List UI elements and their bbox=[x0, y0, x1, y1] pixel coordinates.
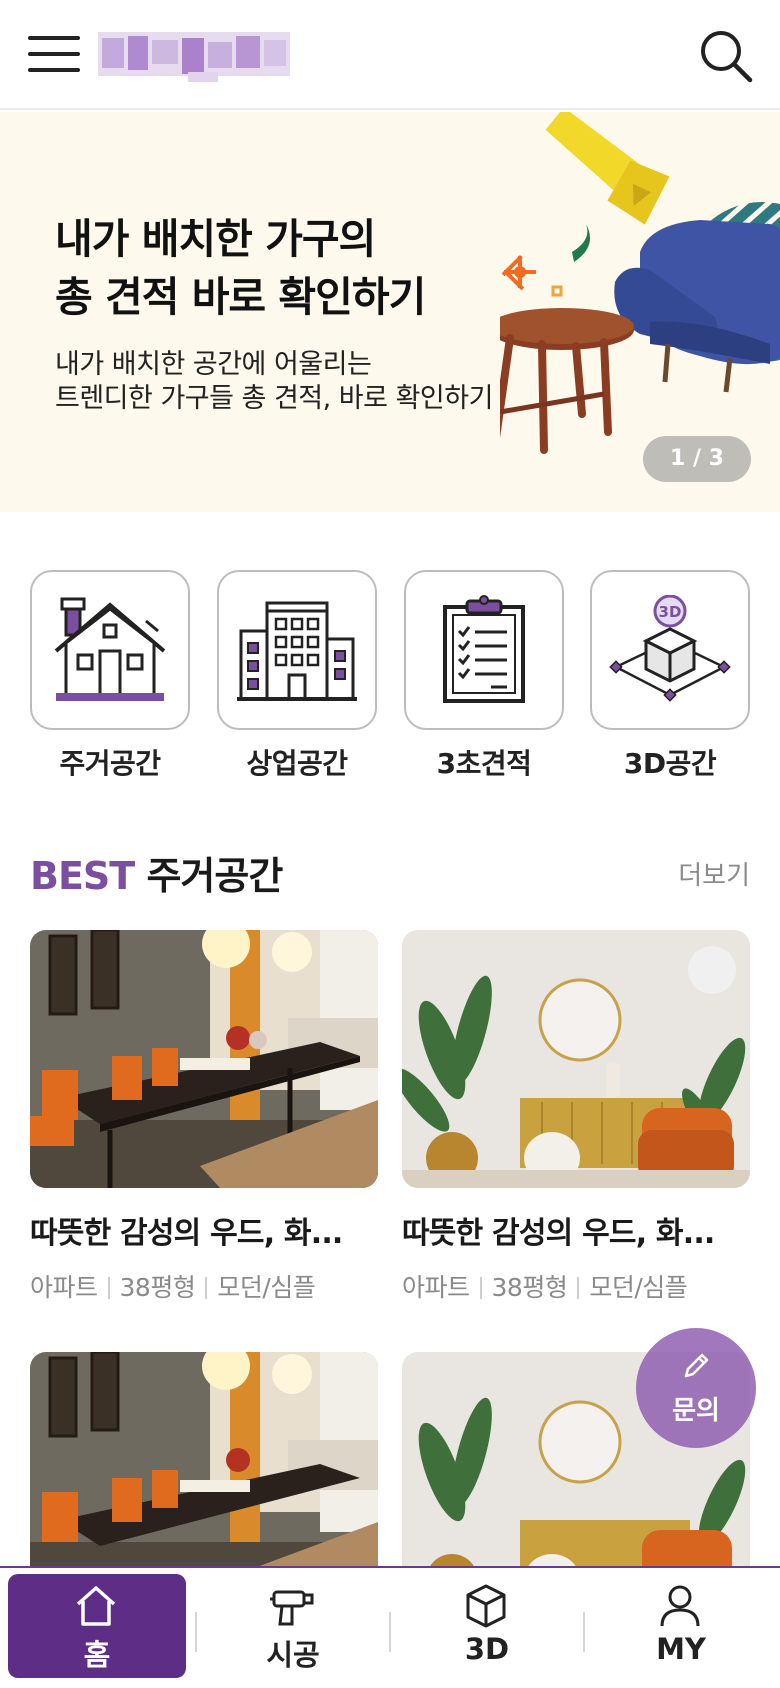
nav-home[interactable]: 홈 bbox=[8, 1574, 186, 1678]
nav-label: 홈 bbox=[83, 1638, 111, 1672]
banner-subtitle-line1: 내가 배치한 공간에 어울리는 bbox=[55, 349, 372, 380]
meta-size: 38평형 bbox=[119, 1273, 196, 1302]
meta-size: 38평형 bbox=[491, 1273, 568, 1302]
card-title: 따뜻한 감성의 우드, 화... bbox=[402, 1216, 715, 1251]
category-quick-estimate-tile[interactable] bbox=[404, 570, 564, 730]
category-quick-estimate[interactable]: 3초견적 bbox=[404, 570, 564, 782]
nav-3d[interactable]: 3D bbox=[398, 1574, 576, 1678]
banner-title: 내가 배치한 가구의 총 견적 바로 확인하기 bbox=[55, 210, 426, 326]
building-icon bbox=[237, 601, 357, 701]
meta-type: 아파트 bbox=[30, 1273, 98, 1302]
section-title-rest: 주거공간 bbox=[134, 854, 283, 898]
house-icon bbox=[54, 597, 166, 701]
bottom-nav: 홈 시공 3D MY bbox=[0, 1566, 780, 1688]
nav-label: 3D bbox=[464, 1632, 510, 1666]
banner-title-line2: 총 견적 바로 확인하기 bbox=[55, 273, 426, 321]
living-room-plants-photo bbox=[402, 930, 750, 1188]
cube-icon bbox=[466, 1584, 506, 1628]
nav-label: MY bbox=[656, 1632, 706, 1666]
category-label: 3초견적 bbox=[436, 747, 532, 780]
app-header bbox=[0, 0, 780, 110]
home-icon bbox=[76, 1586, 116, 1626]
section-title: BEST 주거공간 bbox=[30, 845, 283, 900]
space-card[interactable]: 따뜻한 감성의 우드, 화... 아파트 38평형 모던/심플 bbox=[30, 930, 378, 1304]
nav-construction[interactable]: 시공 bbox=[204, 1574, 382, 1678]
category-residential[interactable]: 주거공간 bbox=[30, 570, 190, 782]
banner-subtitle-line2: 트렌디한 가구들 총 견적, 바로 확인하기 bbox=[55, 383, 493, 414]
search-icon[interactable] bbox=[698, 28, 754, 84]
category-label: 주거공간 bbox=[59, 747, 161, 780]
banner-title-line1: 내가 배치한 가구의 bbox=[55, 215, 376, 263]
category-grid: 주거공간 상업공간 3초견적 3D 3D공간 bbox=[0, 570, 780, 790]
category-commercial-tile[interactable] bbox=[217, 570, 377, 730]
app-logo[interactable] bbox=[98, 28, 290, 84]
category-residential-tile[interactable] bbox=[30, 570, 190, 730]
category-label: 3D공간 bbox=[623, 747, 717, 780]
3d-box-icon: 3D bbox=[609, 595, 731, 702]
drill-icon bbox=[270, 1590, 314, 1626]
card-meta: 아파트 38평형 모던/심플 bbox=[402, 1268, 750, 1304]
clipboard-checklist-icon bbox=[443, 595, 525, 703]
inquiry-fab-button[interactable]: 문의 bbox=[636, 1328, 756, 1448]
category-commercial[interactable]: 상업공간 bbox=[217, 570, 377, 782]
user-icon bbox=[660, 1585, 700, 1627]
meta-style: 모던/심플 bbox=[217, 1273, 316, 1302]
card-title: 따뜻한 감성의 우드, 화... bbox=[30, 1216, 343, 1251]
pencil-icon bbox=[684, 1353, 709, 1378]
meta-style: 모던/심플 bbox=[589, 1273, 688, 1302]
category-3d-space[interactable]: 3D 3D공간 bbox=[590, 570, 750, 782]
meta-type: 아파트 bbox=[402, 1273, 470, 1302]
category-3d-space-tile[interactable]: 3D bbox=[590, 570, 750, 730]
nav-label: 시공 bbox=[266, 1638, 320, 1672]
banner-pager: 1 / 3 bbox=[643, 436, 751, 482]
hamburger-menu-icon[interactable] bbox=[28, 32, 80, 76]
section-title-accent: BEST bbox=[30, 854, 135, 898]
banner-subtitle: 내가 배치한 공간에 어울리는 트렌디한 가구들 총 견적, 바로 확인하기 bbox=[55, 348, 493, 416]
dining-room-photo bbox=[30, 930, 378, 1188]
promo-banner[interactable]: 내가 배치한 가구의 총 견적 바로 확인하기 내가 배치한 공간에 어울리는 … bbox=[0, 112, 780, 512]
category-label: 상업공간 bbox=[246, 747, 348, 780]
more-link[interactable]: 더보기 bbox=[678, 855, 750, 892]
best-section-header: BEST 주거공간 더보기 bbox=[30, 845, 750, 898]
space-card[interactable]: 따뜻한 감성의 우드, 화... 아파트 38평형 모던/심플 bbox=[402, 930, 750, 1304]
nav-my[interactable]: MY bbox=[592, 1574, 770, 1678]
fab-label: 문의 bbox=[672, 1396, 720, 1426]
3d-badge: 3D bbox=[659, 603, 682, 621]
card-meta: 아파트 38평형 모던/심플 bbox=[30, 1268, 378, 1304]
